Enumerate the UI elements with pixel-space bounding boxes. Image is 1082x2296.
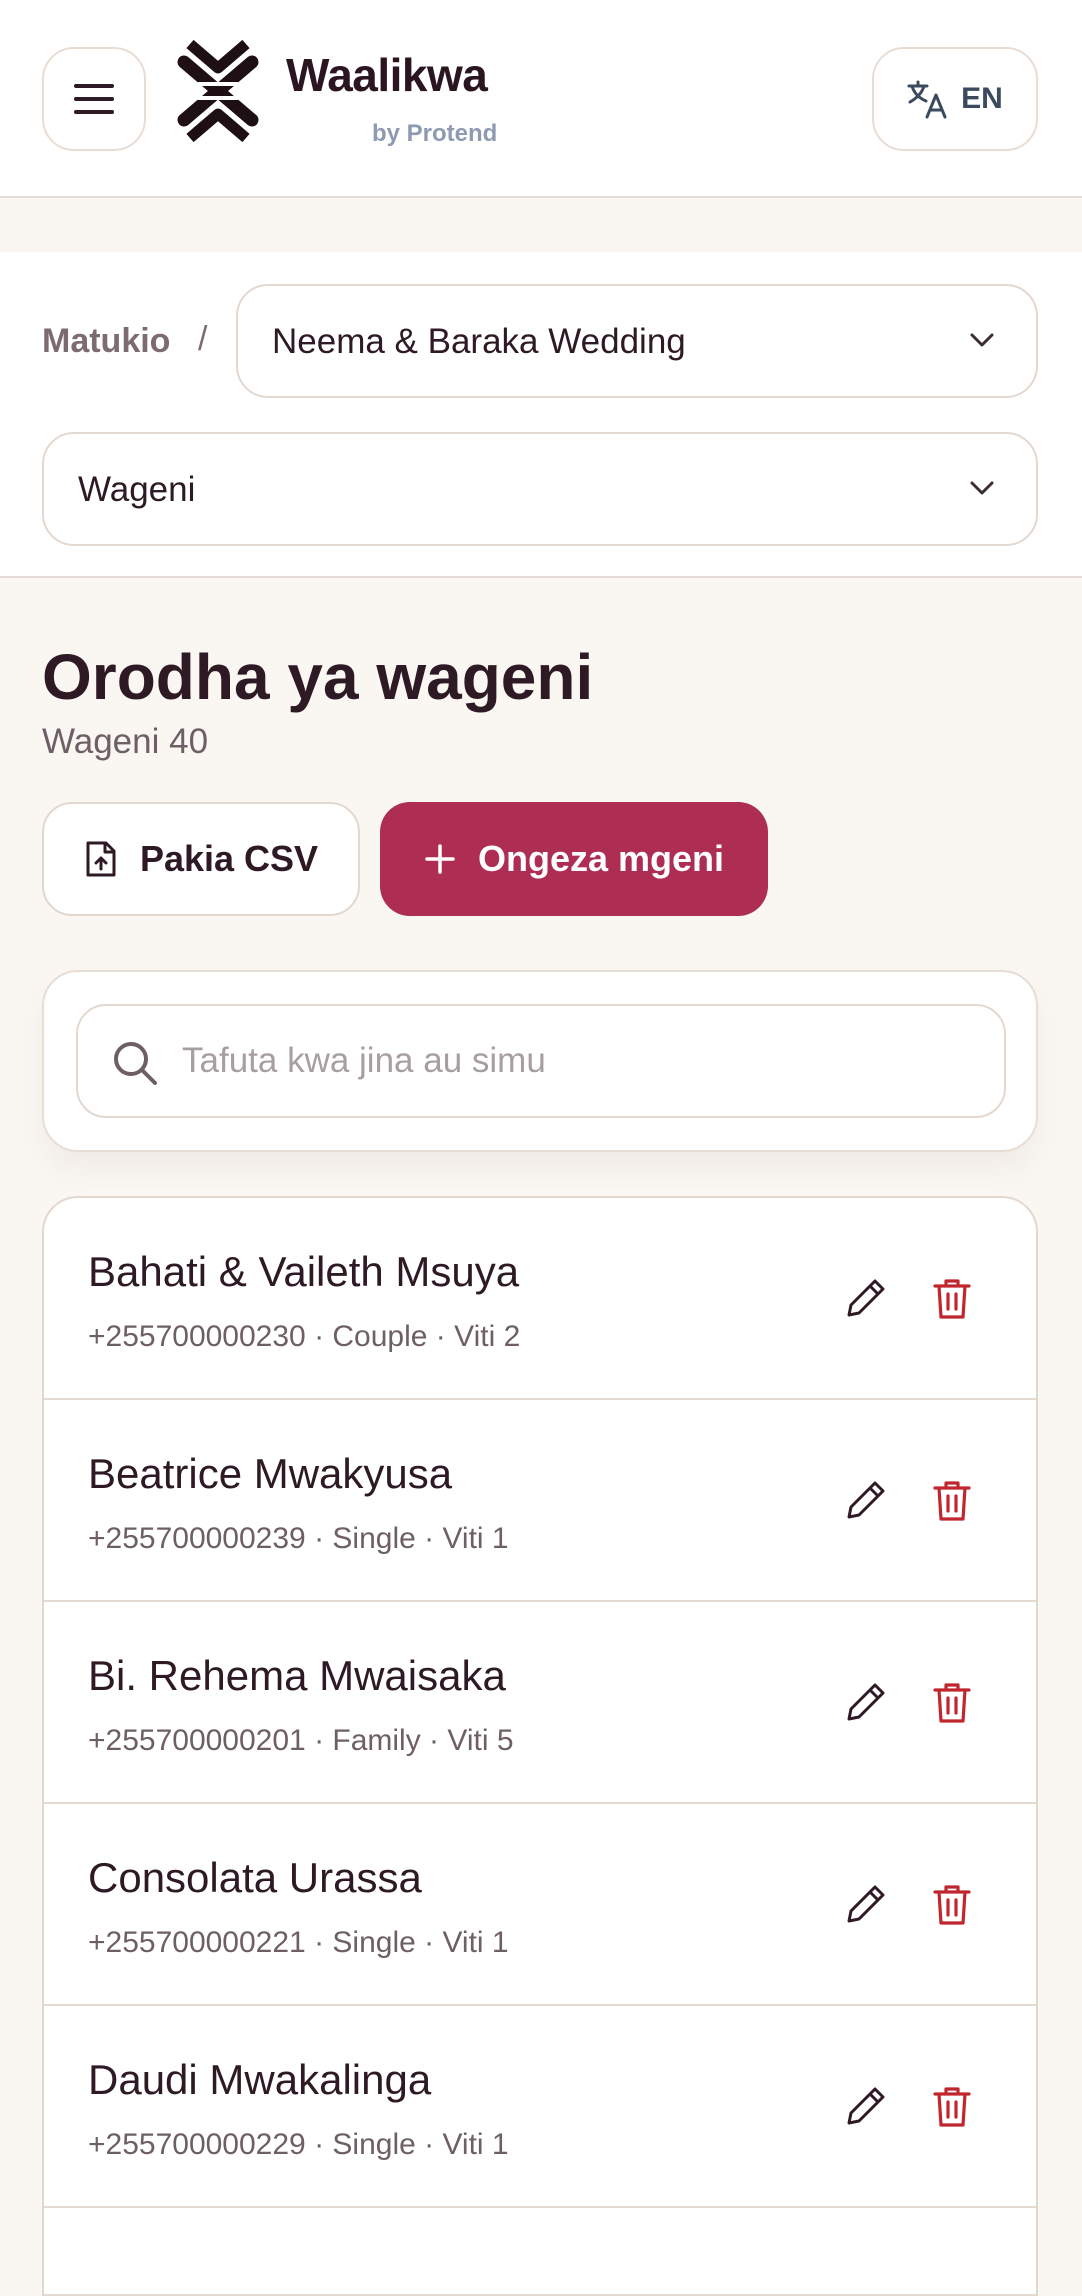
hamburger-icon <box>74 84 114 114</box>
plus-icon <box>425 844 455 874</box>
guest-name: Beatrice Mwakyusa <box>88 1450 453 1497</box>
search-input[interactable] <box>182 1008 982 1114</box>
language-button[interactable]: EN <box>872 47 1038 151</box>
pencil-icon[interactable] <box>844 2084 888 2128</box>
page-title: Orodha ya wageni <box>42 641 594 713</box>
pencil-icon[interactable] <box>844 1276 888 1320</box>
guest-details: +255700000221 · Single · Viti 1 <box>88 1926 509 1959</box>
language-label: EN <box>961 82 1003 115</box>
search-card <box>42 970 1038 1152</box>
brand-subtitle: by Protend <box>372 120 498 147</box>
guest-details: +255700000239 · Single · Viti 1 <box>88 1522 509 1555</box>
trash-icon[interactable] <box>932 1478 972 1522</box>
trash-icon[interactable] <box>932 1882 972 1926</box>
pencil-icon[interactable] <box>844 1478 888 1522</box>
event-select-value: Neema & Baraka Wedding <box>272 322 686 361</box>
file-upload-icon <box>86 841 116 877</box>
add-guest-button[interactable]: Ongeza mgeni <box>380 802 768 916</box>
guest-name: Bahati & Vaileth Msuya <box>88 1248 520 1295</box>
section-select[interactable]: Wageni <box>42 432 1038 546</box>
guest-row: Beatrice Mwakyusa +255700000239 · Single… <box>44 1400 1036 1602</box>
chevron-down-icon <box>970 333 994 347</box>
menu-button[interactable] <box>42 47 146 151</box>
guest-name: Daudi Mwakalinga <box>88 2056 432 2103</box>
add-guest-label: Ongeza mgeni <box>477 838 725 879</box>
guest-list: Bahati & Vaileth Msuya +255700000230 · C… <box>42 1196 1038 2296</box>
guest-name: Bi. Rehema Mwaisaka <box>88 1652 506 1699</box>
guest-details: +255700000201 · Family · Viti 5 <box>88 1724 514 1757</box>
pencil-icon[interactable] <box>844 1882 888 1926</box>
trash-icon[interactable] <box>932 2084 972 2128</box>
guest-details: +255700000229 · Single · Viti 1 <box>88 2128 509 2161</box>
section-select-value: Wageni <box>78 470 196 509</box>
guest-row: Bahati & Vaileth Msuya +255700000230 · C… <box>44 1198 1036 1400</box>
search-box[interactable] <box>76 1004 1006 1118</box>
trash-icon[interactable] <box>932 1276 972 1320</box>
upload-csv-label: Pakia CSV <box>139 838 319 879</box>
breadcrumb-separator: / <box>198 320 208 358</box>
breadcrumb-events-link[interactable]: Matukio <box>42 322 170 361</box>
guest-row: Bi. Rehema Mwaisaka +255700000201 · Fami… <box>44 1602 1036 1804</box>
trash-icon[interactable] <box>932 1680 972 1724</box>
app-header: Waalikwa by Protend EN <box>0 0 1082 198</box>
guest-row: Consolata Urassa +255700000221 · Single … <box>44 1804 1036 2006</box>
event-select[interactable]: Neema & Baraka Wedding <box>236 284 1038 398</box>
guest-name: Consolata Urassa <box>88 1854 422 1901</box>
guest-row: Daudi Mwakalinga +255700000229 · Single … <box>44 2006 1036 2208</box>
chevron-down-icon <box>970 481 994 495</box>
brand-name: Waalikwa <box>286 49 488 101</box>
navigation-bar: Matukio / Neema & Baraka Wedding Wageni <box>0 252 1082 578</box>
guest-count: Wageni 40 <box>42 722 209 761</box>
search-icon <box>114 1042 157 1085</box>
guest-details: +255700000230 · Couple · Viti 2 <box>88 1320 521 1353</box>
waalikwa-logo <box>177 39 259 143</box>
pencil-icon[interactable] <box>844 1680 888 1724</box>
upload-csv-button[interactable]: Pakia CSV <box>42 802 360 916</box>
translate-icon <box>907 80 947 119</box>
